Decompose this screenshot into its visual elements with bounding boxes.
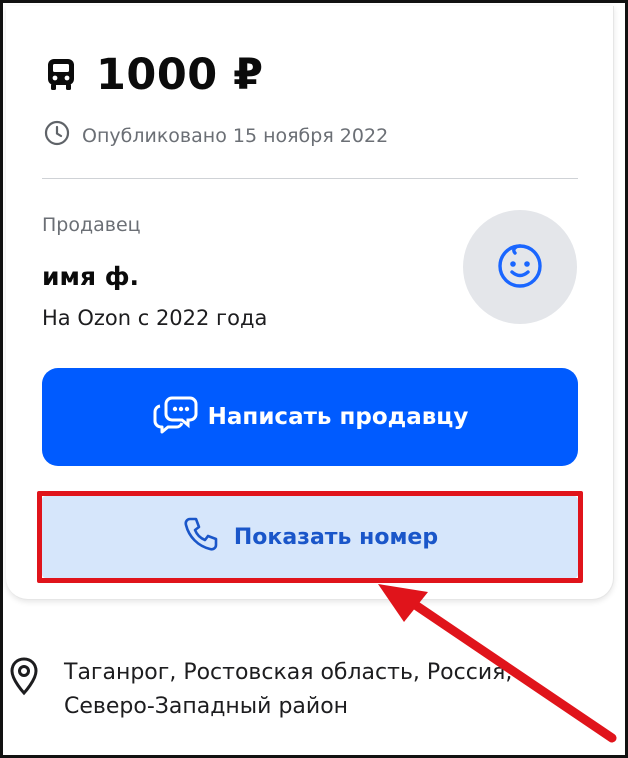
map-pin-icon xyxy=(8,656,40,700)
write-seller-button[interactable]: Написать продавцу xyxy=(42,368,578,466)
published-row: Опубликовано 15 ноября 2022 xyxy=(44,120,388,151)
seller-since: На Ozon с 2022 года xyxy=(42,306,268,330)
chat-bubbles-icon xyxy=(152,394,198,440)
location-line-2: Северо-Западный район xyxy=(64,694,349,719)
write-seller-label: Написать продавцу xyxy=(207,404,469,430)
seller-avatar[interactable] xyxy=(463,210,577,324)
divider xyxy=(42,178,578,179)
seller-label: Продавец xyxy=(42,214,141,236)
published-date: Опубликовано 15 ноября 2022 xyxy=(82,124,389,147)
show-number-label: Показать номер xyxy=(233,524,439,550)
show-number-button[interactable]: Показать номер xyxy=(42,496,578,578)
location-line-1: Таганрог, Ростовская область, Россия, xyxy=(64,660,513,685)
smiley-face-icon xyxy=(495,240,545,294)
phone-icon xyxy=(182,515,220,559)
clock-icon xyxy=(44,120,70,151)
bus-icon xyxy=(46,58,76,92)
price-row: 1000 ₽ xyxy=(46,50,264,100)
location-row: Таганрог, Ростовская область, Россия, Се… xyxy=(8,656,512,724)
seller-name[interactable]: имя ф. xyxy=(42,262,139,291)
price-value: 1000 ₽ xyxy=(96,50,264,100)
location-text: Таганрог, Ростовская область, Россия, Се… xyxy=(64,656,512,724)
